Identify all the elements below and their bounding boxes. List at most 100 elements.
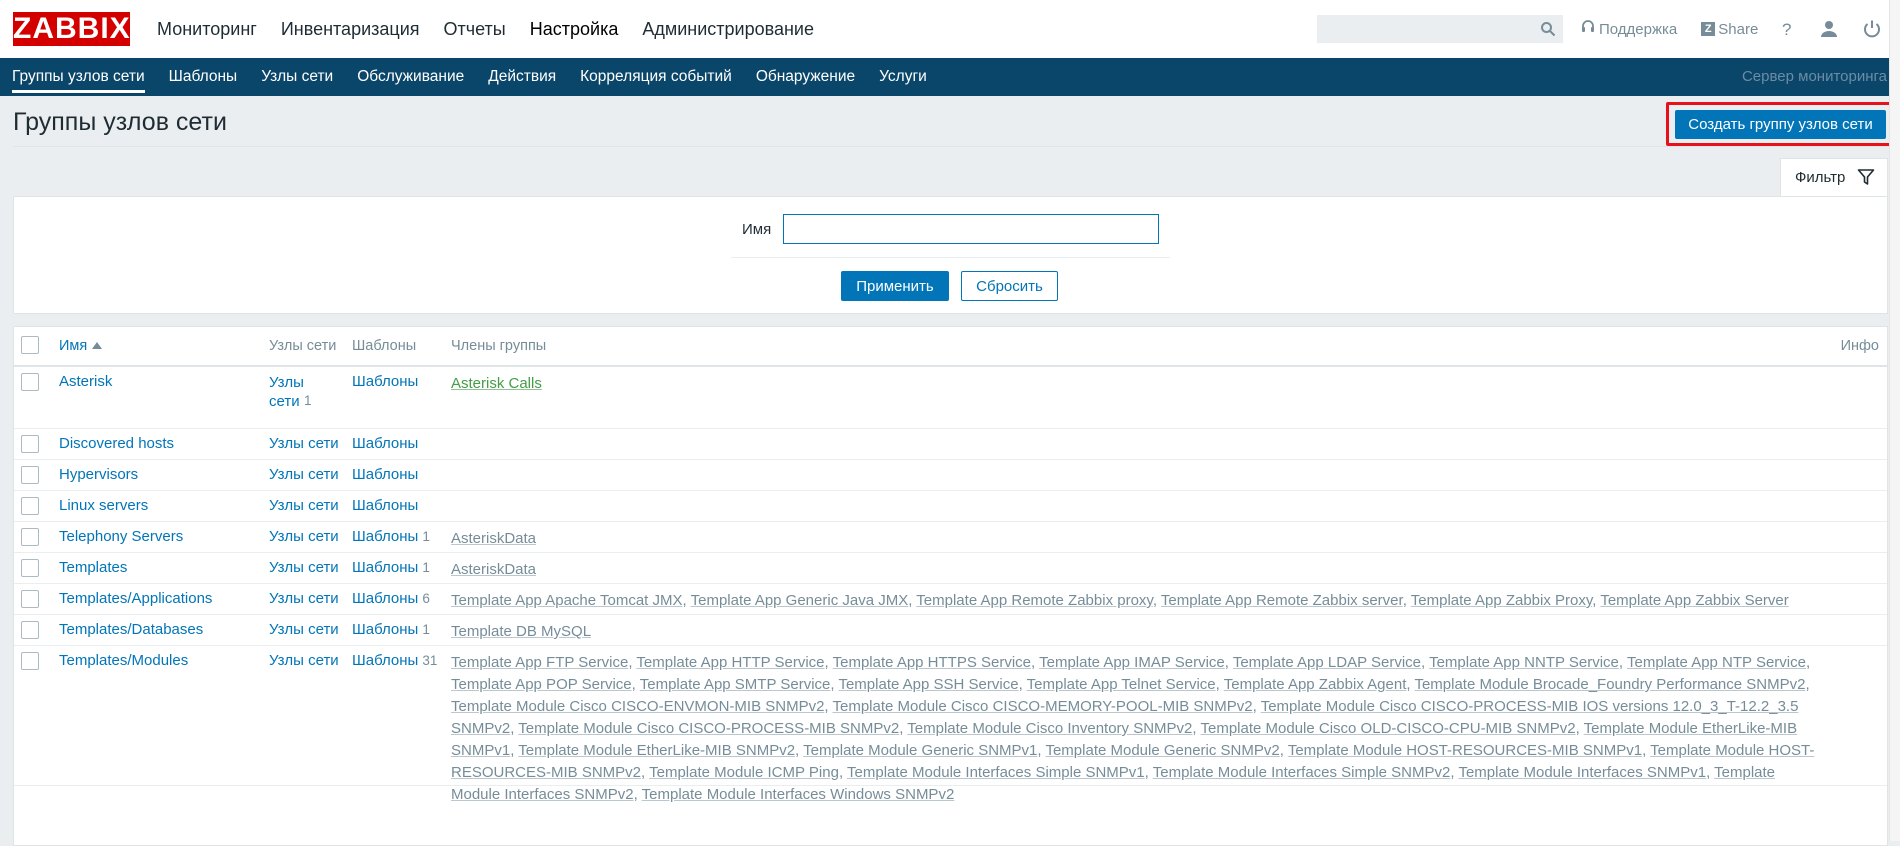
group-name-link[interactable]: Discovered hosts (59, 435, 174, 452)
mainnav-configuration[interactable]: Настройка (518, 0, 631, 58)
group-member-link[interactable]: Template Module Cisco OLD-CISCO-CPU-MIB … (1200, 720, 1575, 737)
row-checkbox[interactable] (21, 497, 39, 515)
power-icon[interactable] (1861, 18, 1883, 40)
hosts-link[interactable]: Узлы сети (269, 590, 339, 607)
hosts-link[interactable]: Узлы сети (269, 559, 339, 576)
group-member-link[interactable]: Template App Zabbix Server (1600, 592, 1788, 609)
search-icon[interactable] (1540, 21, 1556, 41)
group-member-link[interactable]: Template App NNTP Service (1429, 654, 1619, 671)
share-link[interactable]: Z Share (1701, 21, 1758, 38)
group-member-link[interactable]: Template Module ICMP Ping (649, 764, 839, 781)
subnav-services[interactable]: Услуги (867, 58, 939, 96)
templates-link[interactable]: Шаблоны (352, 528, 418, 545)
subnav-discovery[interactable]: Обнаружение (744, 58, 867, 96)
group-member-link[interactable]: AsteriskData (451, 561, 536, 578)
group-member-link[interactable]: Template App HTTPS Service (833, 654, 1031, 671)
hosts-link[interactable]: Узлы сети (269, 497, 339, 514)
templates-link[interactable]: Шаблоны (352, 559, 418, 576)
group-member-link[interactable]: Template App SSH Service (838, 676, 1018, 693)
select-all-checkbox[interactable] (21, 336, 39, 354)
group-member-link[interactable]: Template App FTP Service (451, 654, 628, 671)
support-link[interactable]: Поддержка (1581, 20, 1677, 38)
group-name-link[interactable]: Templates/Applications (59, 590, 212, 607)
help-icon[interactable]: ? (1776, 18, 1798, 40)
mainnav-administration[interactable]: Администрирование (630, 0, 826, 58)
subnav-hosts[interactable]: Узлы сети (249, 58, 345, 96)
row-checkbox[interactable] (21, 652, 39, 670)
group-name-link[interactable]: Templates (59, 559, 127, 576)
templates-link[interactable]: Шаблоны (352, 373, 418, 390)
group-member-link[interactable]: Template App Remote Zabbix server (1161, 592, 1403, 609)
group-member-link[interactable]: Template App LDAP Service (1233, 654, 1421, 671)
group-member-link[interactable]: Template Module Generic SNMPv2 (1045, 742, 1279, 759)
subnav-event-correlation[interactable]: Корреляция событий (568, 58, 744, 96)
apply-button[interactable]: Применить (841, 271, 949, 301)
hosts-link[interactable]: Узлы сети (269, 373, 309, 411)
filter-name-input[interactable] (783, 214, 1159, 244)
sort-by-name-header[interactable]: Имя (59, 338, 103, 354)
group-member-link[interactable]: Template Module Cisco CISCO-PROCESS-MIB … (518, 720, 899, 737)
mainnav-inventory[interactable]: Инвентаризация (269, 0, 432, 58)
subnav-maintenance[interactable]: Обслуживание (345, 58, 476, 96)
group-name-link[interactable]: Telephony Servers (59, 528, 183, 545)
templates-link[interactable]: Шаблоны (352, 435, 418, 452)
row-checkbox[interactable] (21, 621, 39, 639)
group-member-link[interactable]: Template Module Interfaces Simple SNMPv1 (847, 764, 1145, 781)
mainnav-monitoring[interactable]: Мониторинг (145, 0, 269, 58)
row-checkbox[interactable] (21, 373, 39, 391)
reset-button[interactable]: Сбросить (961, 271, 1058, 301)
row-checkbox[interactable] (21, 590, 39, 608)
group-member-link[interactable]: Template App Telnet Service (1027, 676, 1216, 693)
templates-link[interactable]: Шаблоны (352, 497, 418, 514)
row-checkbox[interactable] (21, 466, 39, 484)
hosts-link[interactable]: Узлы сети (269, 466, 339, 483)
group-member-link[interactable]: Template Module EtherLike-MIB SNMPv2 (518, 742, 795, 759)
row-checkbox[interactable] (21, 435, 39, 453)
hosts-link[interactable]: Узлы сети (269, 652, 339, 669)
group-name-link[interactable]: Templates/Databases (59, 621, 203, 638)
group-name-link[interactable]: Linux servers (59, 497, 148, 514)
create-host-group-button[interactable]: Создать группу узлов сети (1675, 110, 1886, 139)
group-member-link[interactable]: Template DB MySQL (451, 623, 591, 640)
templates-link[interactable]: Шаблоны (352, 652, 418, 669)
group-name-link[interactable]: Hypervisors (59, 466, 138, 483)
mainnav-reports[interactable]: Отчеты (432, 0, 518, 58)
search-input[interactable] (1317, 15, 1563, 43)
group-name-link[interactable]: Templates/Modules (59, 652, 188, 669)
group-member-link[interactable]: AsteriskData (451, 530, 536, 547)
group-member-link[interactable]: Template App HTTP Service (636, 654, 824, 671)
subnav-host-groups[interactable]: Группы узлов сети (0, 58, 157, 96)
hosts-link[interactable]: Узлы сети (269, 621, 339, 638)
templates-link[interactable]: Шаблоны (352, 466, 418, 483)
group-member-link[interactable]: Template Module Cisco CISCO-ENVMON-MIB S… (451, 698, 824, 715)
hosts-link[interactable]: Узлы сети (269, 435, 339, 452)
group-member-link[interactable]: Template App IMAP Service (1039, 654, 1225, 671)
templates-link[interactable]: Шаблоны (352, 590, 418, 607)
group-member-link[interactable]: Template App SMTP Service (640, 676, 831, 693)
page-scrollbar[interactable] (1889, 0, 1900, 841)
group-member-link[interactable]: Template App NTP Service (1627, 654, 1806, 671)
group-member-link[interactable]: Template Module Cisco Inventory SNMPv2 (907, 720, 1192, 737)
templates-link[interactable]: Шаблоны (352, 621, 418, 638)
group-name-link[interactable]: Asterisk (59, 373, 112, 390)
group-member-link[interactable]: Template Module Interfaces Windows SNMPv… (642, 786, 955, 803)
group-member-link[interactable]: Template App Remote Zabbix proxy (916, 592, 1153, 609)
group-member-link[interactable]: Template Module Brocade_Foundry Performa… (1414, 676, 1805, 693)
row-checkbox[interactable] (21, 559, 39, 577)
group-member-link[interactable]: Template App Zabbix Proxy (1411, 592, 1592, 609)
group-member-link[interactable]: Asterisk Calls (451, 375, 542, 392)
group-member-link[interactable]: Template Module Interfaces SNMPv1 (1458, 764, 1706, 781)
group-member-link[interactable]: Template Module Generic SNMPv1 (803, 742, 1037, 759)
subnav-templates[interactable]: Шаблоны (157, 58, 250, 96)
group-member-link[interactable]: Template Module Interfaces Simple SNMPv2 (1153, 764, 1451, 781)
user-profile-icon[interactable] (1818, 18, 1840, 40)
hosts-link[interactable]: Узлы сети (269, 528, 339, 545)
group-member-link[interactable]: Template App Generic Java JMX (691, 592, 909, 609)
group-member-link[interactable]: Template Module HOST-RESOURCES-MIB SNMPv… (1288, 742, 1642, 759)
filter-tab[interactable]: Фильтр (1780, 158, 1888, 196)
group-member-link[interactable]: Template App Apache Tomcat JMX (451, 592, 683, 609)
subnav-actions[interactable]: Действия (476, 58, 568, 96)
zabbix-logo[interactable]: ZABBIX (13, 12, 130, 46)
row-checkbox[interactable] (21, 528, 39, 546)
group-member-link[interactable]: Template App POP Service (451, 676, 632, 693)
